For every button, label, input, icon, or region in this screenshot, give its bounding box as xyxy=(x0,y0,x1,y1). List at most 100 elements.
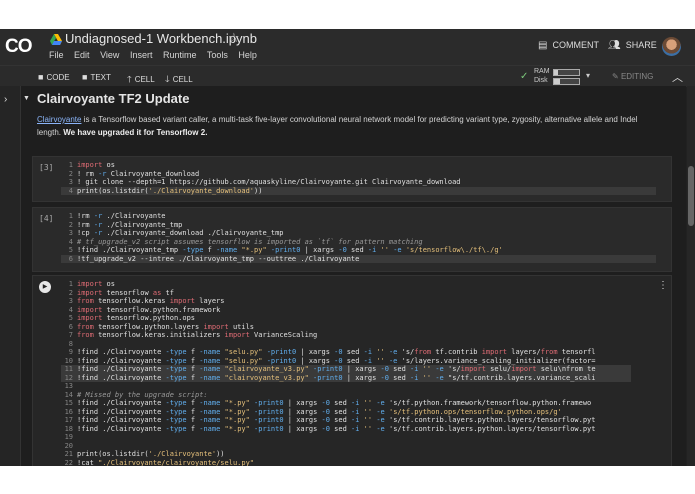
line-number: 1 xyxy=(68,161,73,169)
line-number: 4 xyxy=(68,186,73,195)
section-collapse-icon[interactable]: ▼ xyxy=(23,95,30,102)
share-button[interactable]: 👥︎ SHARE xyxy=(608,40,657,51)
line-number: 9 xyxy=(68,348,73,356)
code-line: 13 xyxy=(61,382,631,391)
line-number: 19 xyxy=(64,433,73,441)
line-number: 1 xyxy=(68,280,73,288)
menu-view[interactable]: View xyxy=(100,50,119,60)
disk-bar-fill xyxy=(554,79,561,84)
code-line: 11 !find ./Clairvoyante -type f -name "cl… xyxy=(61,365,631,374)
intro-bold: We have upgraded it for Tensorflow 2. xyxy=(63,128,208,137)
code-line: 17 !find ./Clairvoyante -type f -name "*.… xyxy=(61,416,631,425)
code-editor[interactable]: 1 !rm -r ./Clairvoyante 2 !rm -r ./Clairvoy… xyxy=(61,212,656,263)
vertical-scrollbar[interactable] xyxy=(687,86,695,466)
code-line: 6 !tf_upgrade_v2 --intree ./Clairvoyante_… xyxy=(61,254,656,263)
code-line: 12 !find ./Clairvoyante -type f -name "cl… xyxy=(61,373,631,382)
check-icon: ✓ xyxy=(520,71,529,82)
menu-runtime[interactable]: Runtime xyxy=(163,50,197,60)
code-line: 3 !cp -r ./Clairvoyante_download ./Clairv… xyxy=(61,229,656,238)
code-line: 19 xyxy=(61,433,631,442)
colab-app: CO Undiagnosed-1 Workbench.ipynb ☆ File … xyxy=(0,29,695,466)
menu-file[interactable]: File xyxy=(49,50,64,60)
code-text: from tensorflow.keras.initializers impor… xyxy=(77,331,318,339)
code-line: 9 !find ./Clairvoyante -type f -name "sel… xyxy=(61,348,631,357)
comment-button[interactable]: ▤ COMMENT xyxy=(538,40,599,51)
chevron-down-icon[interactable]: ▾ xyxy=(586,71,590,80)
code-text: ! rm -r Clairvoyante_download xyxy=(77,169,200,178)
code-text: !find ./Clairvoyante -type f -name "clai… xyxy=(77,373,596,382)
line-number: 21 xyxy=(64,450,73,458)
notebook: ▼ Clairvoyante TF2 Update Clairvoyante i… xyxy=(21,86,686,466)
disk-bar xyxy=(553,78,580,85)
line-number: 1 xyxy=(68,212,73,220)
run-cell-button[interactable]: ▶ xyxy=(39,281,51,293)
line-number: 22 xyxy=(64,458,73,467)
code-line: 6 from tensorflow.python.layers import ut… xyxy=(61,323,631,332)
clairvoyante-link[interactable]: Clairvoyante xyxy=(37,115,81,124)
code-line: 1 import os xyxy=(61,161,656,170)
code-line: 22 !cat "./Clairvoyante/clairvoyante/selu… xyxy=(61,459,631,467)
colab-logo[interactable]: CO xyxy=(5,36,32,58)
code-text: from tensorflow.python.layers import uti… xyxy=(77,322,255,331)
menu-insert[interactable]: Insert xyxy=(130,50,153,60)
code-line: 5 !find ./Clairvoyante_tmp -type f -name … xyxy=(61,246,656,255)
editing-mode[interactable]: ✎ EDITING xyxy=(612,72,653,81)
code-line: 7 from tensorflow.keras.initializers impo… xyxy=(61,331,631,340)
line-number: 16 xyxy=(64,407,73,416)
code-cell[interactable]: [3] 1 import os 2 ! rm -r Clairvoyante_down… xyxy=(32,156,672,202)
code-text: !find ./Clairvoyante_tmp -type f -name "… xyxy=(77,246,503,254)
code-text: !find ./Clairvoyante -type f -name "*.py… xyxy=(77,407,562,416)
text-label: TEXT xyxy=(90,73,111,82)
code-text: from tensorflow.keras import layers xyxy=(77,297,225,305)
plus-icon: ■ xyxy=(38,72,44,82)
line-number: 6 xyxy=(68,254,73,263)
line-number: 5 xyxy=(68,314,73,322)
add-code-button[interactable]: ■ CODE xyxy=(38,72,70,82)
code-line: 2 !rm -r ./Clairvoyante_tmp xyxy=(61,221,656,230)
pencil-icon: ✎ xyxy=(612,72,621,81)
code-text: !find ./Clairvoyante -type f -name "selu… xyxy=(77,356,596,365)
line-number: 13 xyxy=(64,382,73,390)
code-cell-active[interactable]: ▶ ⋮ 1 import os 2 import tensorflow as tf 3 f… xyxy=(32,275,672,466)
code-line: 1 import os xyxy=(61,280,631,289)
editing-label: EDITING xyxy=(620,72,654,81)
code-line: 18 !find ./Clairvoyante -type f -name "*.… xyxy=(61,425,631,434)
line-number: 8 xyxy=(68,339,73,348)
line-number: 4 xyxy=(68,305,73,314)
comment-icon: ▤ xyxy=(538,40,548,51)
code-text: !find ./Clairvoyante -type f -name "*.py… xyxy=(77,424,596,433)
menu-tools[interactable]: Tools xyxy=(207,50,228,60)
code-line: 15 !find ./Clairvoyante -type f -name "*.… xyxy=(61,399,631,408)
star-icon[interactable]: ☆ xyxy=(228,30,240,46)
line-number: 5 xyxy=(68,246,73,254)
code-editor[interactable]: 1 import os 2 ! rm -r Clairvoyante_download… xyxy=(61,161,656,195)
plus-icon: ■ xyxy=(82,72,88,82)
code-line: 3 ! git clone --depth=1 https://github.co… xyxy=(61,178,656,187)
menu-edit[interactable]: Edit xyxy=(74,50,90,60)
section-title: Clairvoyante TF2 Update xyxy=(37,91,190,106)
expand-panel-icon[interactable]: › xyxy=(4,94,7,105)
people-icon: 👥︎ xyxy=(608,40,621,51)
code-text: !rm -r ./Clairvoyante_tmp xyxy=(77,220,183,229)
line-number: 2 xyxy=(68,169,73,178)
arrow-down-icon: 🡓 xyxy=(165,74,170,84)
code-text: import os xyxy=(77,161,115,169)
menu-help[interactable]: Help xyxy=(238,50,257,60)
code-line: 10 !find ./Clairvoyante -type f -name "se… xyxy=(61,357,631,366)
cell-down-label: CELL xyxy=(172,75,193,84)
scrollbar-thumb[interactable] xyxy=(688,166,694,226)
add-text-button[interactable]: ■ TEXT xyxy=(82,72,111,82)
code-editor[interactable]: 1 import os 2 import tensorflow as tf 3 from … xyxy=(61,280,631,466)
line-number: 3 xyxy=(68,229,73,237)
code-line: 1 !rm -r ./Clairvoyante xyxy=(61,212,656,221)
code-text: print(os.listdir('./Clairvoyante')) xyxy=(77,450,225,458)
code-line: 21 print(os.listdir('./Clairvoyante')) xyxy=(61,450,631,459)
avatar[interactable] xyxy=(662,37,681,56)
chevron-up-icon[interactable]: ︿ xyxy=(672,69,683,85)
code-text: import tensorflow.python.ops xyxy=(77,314,196,322)
code-line: 8 xyxy=(61,340,631,349)
more-options-icon[interactable]: ⋮ xyxy=(658,280,668,291)
code-cell[interactable]: [4] 1 !rm -r ./Clairvoyante 2 !rm -r ./Clai… xyxy=(32,207,672,272)
code-line: 3 from tensorflow.keras import layers xyxy=(61,297,631,306)
code-text: print(os.listdir('./Clairvoyante_downloa… xyxy=(77,186,263,195)
